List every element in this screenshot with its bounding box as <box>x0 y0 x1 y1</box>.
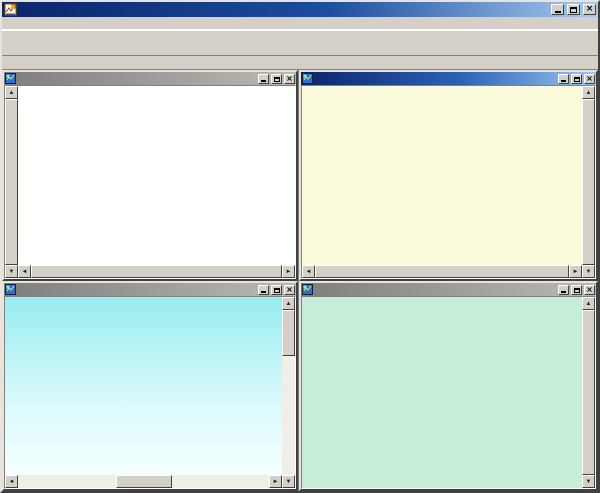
minimize-button[interactable] <box>551 4 564 15</box>
close-icon: × <box>586 5 594 13</box>
maximize-button[interactable] <box>567 4 580 15</box>
minimize-icon <box>261 291 266 293</box>
child-window-line: × ▲ ▼ ◄ ► <box>2 70 298 281</box>
scroll-thumb[interactable] <box>31 265 282 278</box>
map-chart <box>302 86 582 265</box>
line-chart <box>18 86 295 265</box>
flat-close-button[interactable]: × <box>284 285 295 295</box>
chart-document-icon <box>302 73 313 84</box>
scroll-left-button[interactable]: ◄ <box>5 475 18 488</box>
scroll-thumb[interactable] <box>5 99 18 265</box>
map-maximize-button[interactable] <box>571 74 582 84</box>
line-vertical-scrollbar[interactable]: ▲ ▼ <box>5 86 18 278</box>
child-window-flat: × ◄ ► ▲ ▼ <box>2 281 298 491</box>
minimize-icon <box>561 291 566 293</box>
title-bar[interactable]: × <box>2 2 598 17</box>
scroll-right-button[interactable]: ► <box>269 475 282 488</box>
minimize-icon <box>261 80 266 82</box>
map-vertical-scrollbar[interactable]: ▲ ▼ <box>582 86 595 278</box>
child-window-circle: × ▲ ▼ <box>299 281 598 491</box>
flat-window-titlebar[interactable]: × <box>4 283 296 296</box>
maximize-icon <box>274 288 280 293</box>
scroll-track[interactable] <box>172 475 270 488</box>
flat-horizontal-scrollbar[interactable]: ◄ ► <box>5 475 282 488</box>
mdi-area: × ▲ ▼ ◄ ► <box>2 70 598 491</box>
close-icon: × <box>586 76 593 82</box>
scroll-down-button[interactable]: ▼ <box>282 475 295 488</box>
line-minimize-button[interactable] <box>258 74 269 84</box>
maximize-icon <box>274 77 280 82</box>
map-minimize-button[interactable] <box>558 74 569 84</box>
surface-chart <box>5 297 282 475</box>
line-horizontal-scrollbar[interactable]: ◄ ► <box>18 265 295 278</box>
chart-document-icon <box>5 73 16 84</box>
chart-document-icon <box>302 284 313 295</box>
application-window: × × ▲ ▼ <box>0 0 600 493</box>
scroll-track[interactable] <box>18 475 116 488</box>
scroll-up-button[interactable]: ▲ <box>582 297 595 310</box>
polar-chart <box>302 297 582 488</box>
circle-maximize-button[interactable] <box>571 285 582 295</box>
flat-vertical-scrollbar[interactable]: ▲ ▼ <box>282 297 295 488</box>
line-window-titlebar[interactable]: × <box>4 72 296 85</box>
child-window-map: × ◄ ► ▲ ▼ <box>299 70 598 281</box>
scroll-down-button[interactable]: ▼ <box>582 265 595 278</box>
close-icon: × <box>286 287 293 293</box>
map-horizontal-scrollbar[interactable]: ◄ ► <box>302 265 582 278</box>
scroll-thumb[interactable] <box>116 475 172 488</box>
scroll-thumb[interactable] <box>315 265 569 278</box>
maximize-icon <box>574 77 580 82</box>
scroll-thumb[interactable] <box>582 99 595 265</box>
scroll-left-button[interactable]: ◄ <box>18 265 31 278</box>
minimize-icon <box>561 80 566 82</box>
main-toolbar <box>2 30 598 56</box>
app-icon <box>4 3 17 16</box>
map-close-button[interactable]: × <box>584 74 595 84</box>
circle-minimize-button[interactable] <box>558 285 569 295</box>
flat-maximize-button[interactable] <box>271 285 282 295</box>
close-icon: × <box>586 287 593 293</box>
circle-close-button[interactable]: × <box>584 285 595 295</box>
maximize-icon <box>574 288 580 293</box>
maximize-icon <box>570 7 577 13</box>
close-button[interactable]: × <box>583 4 596 15</box>
scroll-down-button[interactable]: ▼ <box>5 265 18 278</box>
menu-bar <box>2 17 598 30</box>
scroll-down-button[interactable]: ▼ <box>582 475 595 488</box>
scroll-up-button[interactable]: ▲ <box>582 86 595 99</box>
scroll-up-button[interactable]: ▲ <box>282 297 295 310</box>
scroll-up-button[interactable]: ▲ <box>5 86 18 99</box>
line-close-button[interactable]: × <box>284 74 295 84</box>
line-maximize-button[interactable] <box>271 74 282 84</box>
circle-window-titlebar[interactable]: × <box>301 283 596 296</box>
scroll-thumb[interactable] <box>582 310 595 475</box>
chart-document-icon <box>5 284 16 295</box>
minimize-icon <box>555 11 561 13</box>
circle-vertical-scrollbar[interactable]: ▲ ▼ <box>582 297 595 488</box>
flat-minimize-button[interactable] <box>258 285 269 295</box>
scroll-track[interactable] <box>282 356 295 475</box>
scroll-thumb[interactable] <box>282 310 295 356</box>
tools-toolbar <box>2 56 598 70</box>
scroll-right-button[interactable]: ► <box>282 265 295 278</box>
close-icon: × <box>286 76 293 82</box>
scroll-left-button[interactable]: ◄ <box>302 265 315 278</box>
scroll-right-button[interactable]: ► <box>569 265 582 278</box>
map-window-titlebar[interactable]: × <box>301 72 596 85</box>
